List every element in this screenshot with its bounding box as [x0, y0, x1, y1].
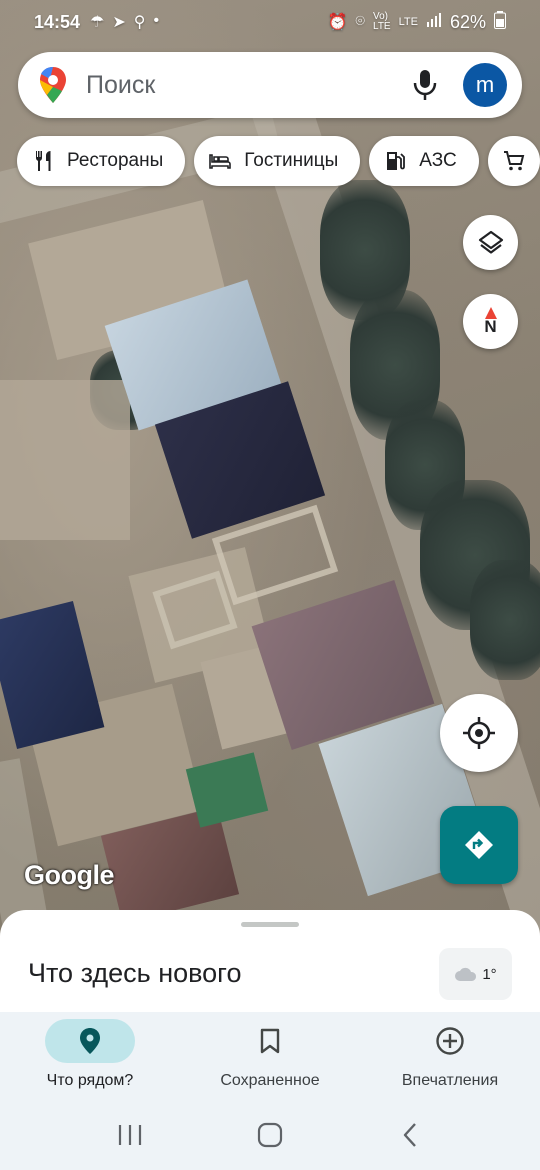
chip-hotels[interactable]: Гостиницы: [194, 136, 361, 186]
my-location-icon: [463, 717, 495, 749]
lte-icon: LTE: [398, 16, 418, 28]
my-location-button[interactable]: [440, 694, 518, 772]
back-icon: [403, 1123, 416, 1147]
nav-saved-pill: [225, 1019, 315, 1063]
system-navigation-bar: [0, 1100, 540, 1170]
restaurant-icon: [36, 151, 51, 171]
account-avatar[interactable]: m: [463, 63, 507, 107]
nav-contribute[interactable]: Впечатления: [360, 1012, 540, 1100]
recent-apps-icon: [118, 1125, 142, 1145]
recent-apps-button[interactable]: [110, 1115, 150, 1155]
compass-button[interactable]: N: [463, 294, 518, 349]
search-placeholder[interactable]: Поиск: [86, 71, 411, 100]
home-icon: [257, 1122, 283, 1148]
status-bar: 14:54 ☂ ➤ ⚲ • ⏰ ⌾ Vo) LTE LTE 62%: [0, 0, 540, 44]
add-circle-icon: [436, 1027, 464, 1055]
google-logo: Google: [24, 860, 115, 890]
compass-north-label: N: [484, 316, 497, 336]
search-bar[interactable]: Поиск m: [18, 52, 522, 118]
layers-button[interactable]: [463, 215, 518, 270]
volte-icon: Vo) LTE: [373, 11, 391, 32]
status-right-icons: ⏰ ⌾ Vo) LTE LTE 62%: [327, 10, 506, 34]
nav-explore-label: Что рядом?: [46, 1072, 134, 1089]
telegram-icon: ➤: [112, 14, 126, 31]
umbrella-icon: ☂: [90, 14, 105, 31]
back-button[interactable]: [390, 1115, 430, 1155]
status-time: 14:54: [34, 11, 81, 32]
battery-icon: [494, 10, 506, 34]
directions-button[interactable]: [440, 806, 518, 884]
search-icon: ⚲: [133, 14, 146, 31]
nav-explore[interactable]: Что рядом?: [0, 1012, 180, 1100]
sheet-drag-handle[interactable]: [241, 922, 299, 927]
chip-gas-stations[interactable]: АЗС: [369, 136, 479, 186]
gas-station-icon: [387, 152, 406, 170]
explore-sheet[interactable]: Что здесь нового 1°: [0, 910, 540, 1020]
shopping-cart-icon: [503, 151, 525, 171]
home-button[interactable]: [250, 1115, 290, 1155]
status-left-icons: ☂ ➤ ⚲ •: [90, 12, 159, 32]
battery-percent: 62%: [449, 11, 486, 32]
cloud-icon: [455, 967, 477, 981]
chip-restaurants[interactable]: Рестораны: [17, 136, 186, 186]
chip-gas-stations-label: АЗС: [419, 150, 457, 171]
nav-contribute-pill: [405, 1019, 495, 1063]
nav-saved-label: Сохраненное: [220, 1072, 320, 1089]
chip-shopping[interactable]: [487, 136, 540, 186]
maps-pin-icon: [40, 67, 66, 103]
alarm-icon: ⏰: [327, 14, 348, 31]
bottom-navigation: Что рядом? Сохраненное Впечатления: [0, 1012, 540, 1100]
layers-icon: [478, 230, 503, 254]
weather-temperature: 1°: [482, 965, 497, 983]
chip-hotels-label: Гостиницы: [244, 150, 339, 171]
nav-explore-pill: [45, 1019, 135, 1063]
nav-saved[interactable]: Сохраненное: [180, 1012, 360, 1100]
category-chips: Рестораны Гостиницы АЗС: [17, 136, 540, 186]
sheet-title: Что здесь нового: [28, 958, 242, 988]
nav-contribute-label: Впечатления: [401, 1072, 499, 1089]
weather-badge[interactable]: 1°: [439, 948, 512, 1000]
chip-restaurants-label: Рестораны: [67, 150, 164, 171]
mic-icon[interactable]: [411, 68, 439, 102]
hotel-icon: [209, 154, 232, 169]
directions-icon: [465, 831, 493, 859]
dot-icon: •: [153, 12, 160, 29]
signal-icon: [426, 12, 442, 33]
bookmark-icon: [260, 1028, 280, 1054]
place-pin-icon: [80, 1028, 100, 1054]
location-icon: ⌾: [355, 13, 365, 30]
